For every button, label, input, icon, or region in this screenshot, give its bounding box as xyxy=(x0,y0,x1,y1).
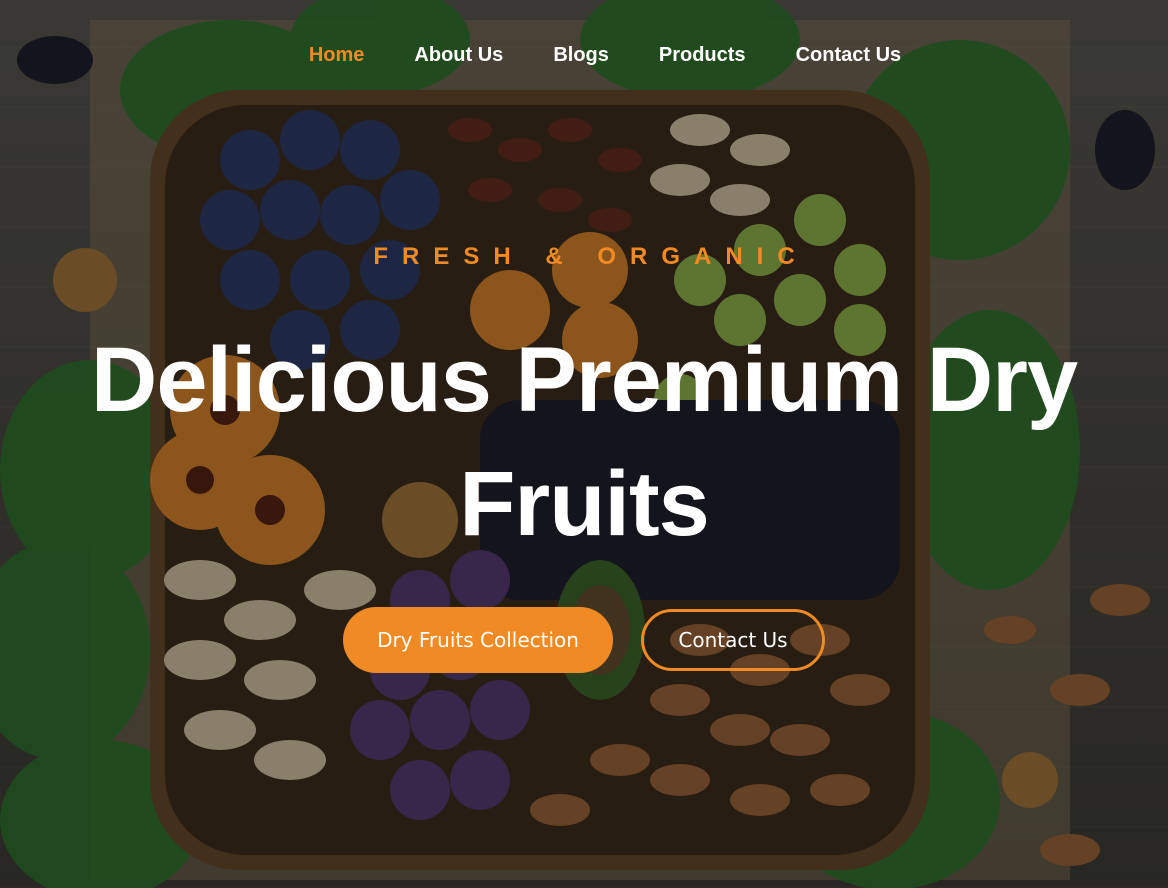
contact-us-button[interactable]: Contact Us xyxy=(641,609,825,671)
hero-cta-row: Dry Fruits Collection Contact Us xyxy=(0,607,1168,673)
hero-headline-line1: Delicious Premium Dry xyxy=(90,329,1078,431)
dry-fruits-collection-button[interactable]: Dry Fruits Collection xyxy=(343,607,613,673)
hero-tagline: FRESH & ORGANIC xyxy=(373,243,809,270)
hero-section: FRESH & ORGANIC Delicious Premium Dry Fr… xyxy=(0,0,1168,888)
page: Home About Us Blogs Products Contact Us … xyxy=(0,0,1168,888)
hero-headline: Delicious Premium Dry Fruits xyxy=(0,318,1168,566)
hero-headline-line2: Fruits xyxy=(459,453,710,555)
